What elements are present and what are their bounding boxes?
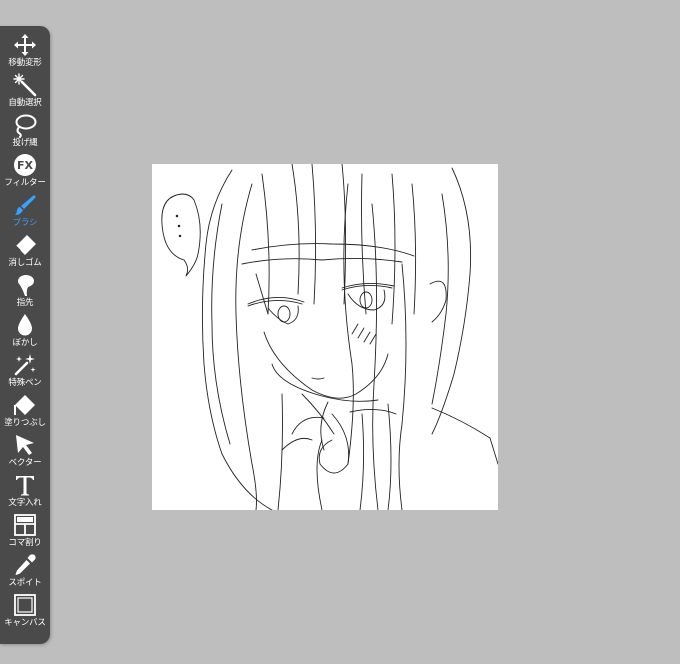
tool-sidebar: 移動変形 自動選択 投げ縄 FX フィルター ブラシ 消しゴム 指先 ぼかし 特…: [0, 26, 50, 644]
tool-label: 自動選択: [8, 98, 42, 108]
lasso-icon: [12, 112, 38, 138]
sketch-drawing: [161, 164, 498, 510]
tool-magic-wand[interactable]: 自動選択: [0, 72, 50, 112]
tool-blur[interactable]: ぼかし: [0, 312, 50, 352]
svg-text:FX: FX: [17, 159, 34, 172]
tool-filter[interactable]: FX フィルター: [0, 152, 50, 192]
tool-label: 指先: [16, 298, 34, 308]
tool-label: ブラシ: [12, 218, 38, 228]
tool-brush[interactable]: ブラシ: [0, 192, 50, 232]
tool-smudge[interactable]: 指先: [0, 272, 50, 312]
tool-label: ぼかし: [12, 338, 38, 348]
tool-eyedropper[interactable]: スポイト: [0, 552, 50, 592]
eraser-icon: [12, 232, 38, 258]
tool-vector[interactable]: ベクター: [0, 432, 50, 472]
tool-move-transform[interactable]: 移動変形: [0, 32, 50, 72]
tool-label: 塗りつぶし: [4, 418, 46, 428]
tool-label: フィルター: [4, 178, 46, 188]
tool-label: コマ割り: [8, 538, 42, 548]
fill-bucket-icon: [12, 392, 38, 418]
vector-cursor-icon: [12, 432, 38, 458]
tool-eraser[interactable]: 消しゴム: [0, 232, 50, 272]
tool-label: 特殊ペン: [8, 378, 42, 388]
text-tool-icon: [12, 472, 38, 498]
eyedropper-icon: [12, 552, 38, 578]
tool-lasso[interactable]: 投げ縄: [0, 112, 50, 152]
tool-label: 消しゴム: [8, 258, 42, 268]
tool-label: キャンバス: [4, 618, 46, 628]
move-transform-icon: [12, 32, 38, 58]
canvas-icon: [12, 592, 38, 618]
tool-special-pen[interactable]: 特殊ペン: [0, 352, 50, 392]
smudge-finger-icon: [12, 272, 38, 298]
fx-filter-icon: FX: [12, 152, 38, 178]
tool-label: 文字入れ: [8, 498, 42, 508]
blur-drop-icon: [12, 312, 38, 338]
brush-icon: [12, 192, 38, 218]
frame-divider-icon: [12, 512, 38, 538]
special-pen-icon: [12, 352, 38, 378]
tool-label: ベクター: [8, 458, 42, 468]
tool-label: スポイト: [8, 578, 42, 588]
tool-text[interactable]: 文字入れ: [0, 472, 50, 512]
tool-frame-divider[interactable]: コマ割り: [0, 512, 50, 552]
magic-wand-icon: [12, 72, 38, 98]
tool-label: 投げ縄: [12, 138, 38, 148]
tool-fill[interactable]: 塗りつぶし: [0, 392, 50, 432]
tool-label: 移動変形: [8, 58, 42, 68]
drawing-canvas[interactable]: [152, 164, 498, 510]
tool-canvas[interactable]: キャンバス: [0, 592, 50, 632]
